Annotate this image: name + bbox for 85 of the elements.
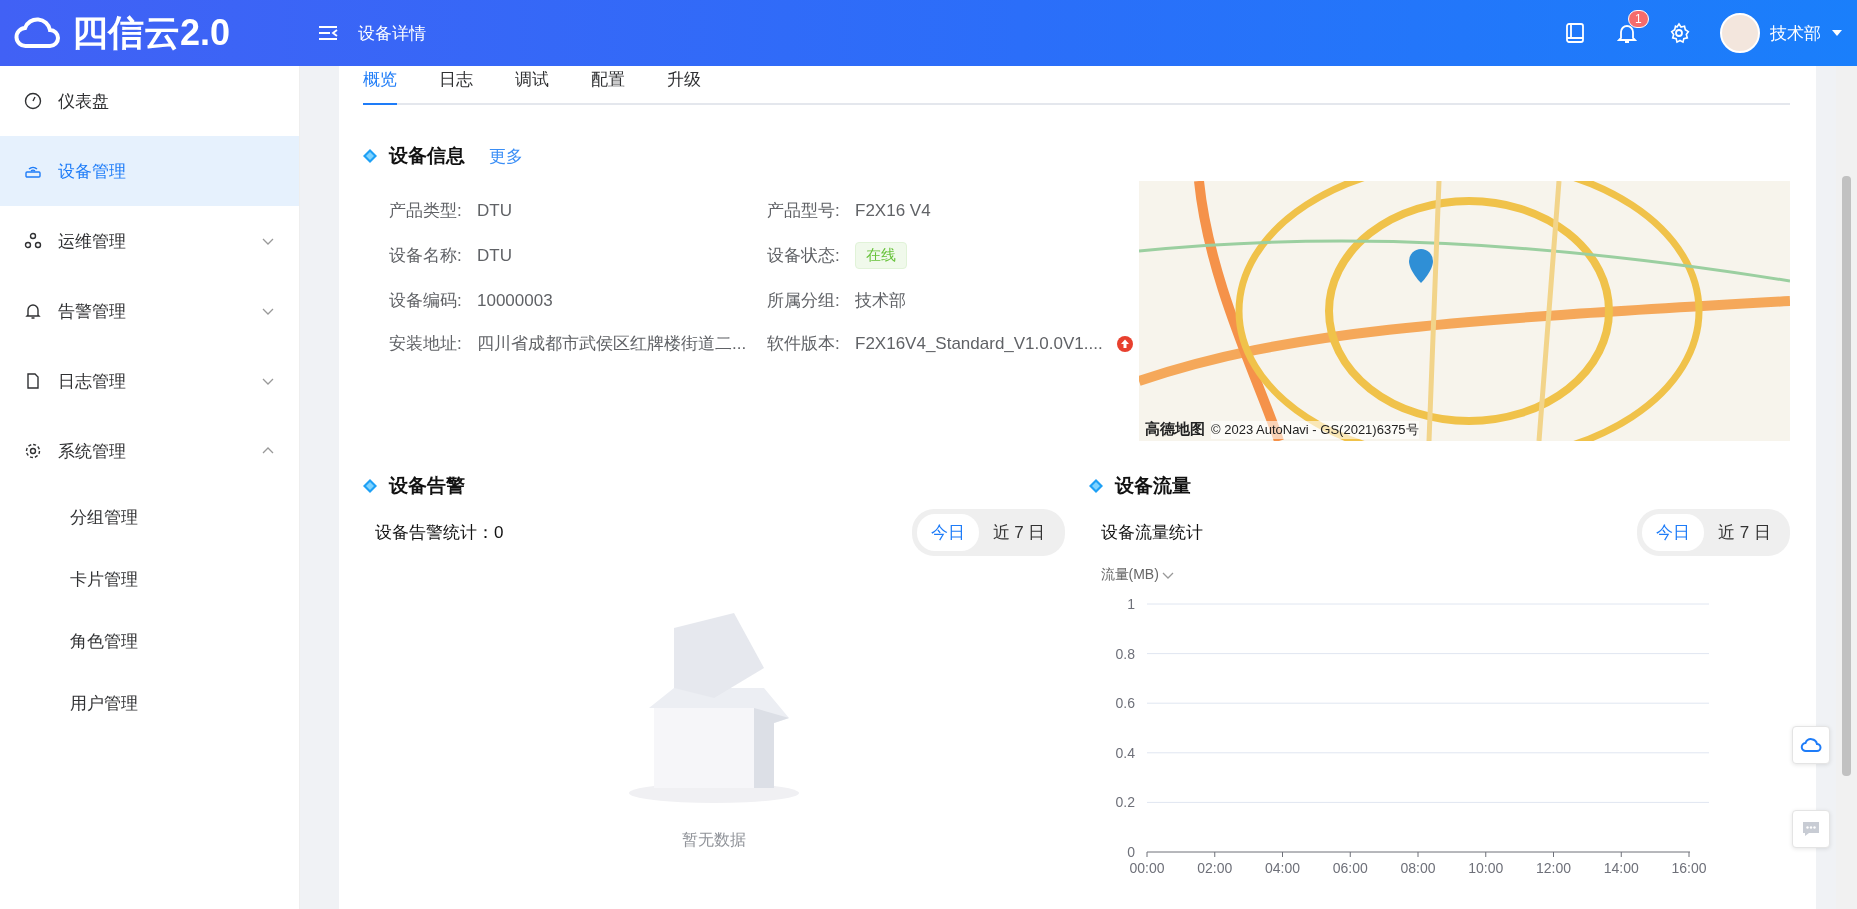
page-title: 设备详情 [358,22,426,45]
field-value: F2X16V4_Standard_V1.0.0V1.... [855,333,1103,354]
field-label: 安装地址: [389,333,463,355]
diamond-icon [363,149,377,163]
scrollbar-thumb[interactable] [1842,176,1851,776]
map-logo: 高德地图 [1145,420,1205,439]
field-value: 四川省成都市武侯区红牌楼街道二... [477,333,748,355]
field-label: 所属分组: [767,290,841,312]
map-attribution: © 2023 AutoNavi - GS(2021)6375号 [1211,420,1419,439]
bell-icon [24,302,42,320]
field-label: 产品型号: [767,200,841,222]
bell-icon[interactable] [1616,22,1638,44]
logo-text: 四信云2.0 [72,10,231,55]
y-tick-label: 0 [1126,844,1135,860]
map-pin-icon [1409,249,1433,283]
sidebar-subitem[interactable]: 角色管理 [0,610,299,672]
sidebar-item[interactable]: 仪表盘 [0,66,299,136]
y-tick-label: 1 [1126,596,1135,612]
field-label: 设备编码: [389,290,463,312]
cloud-icon [1800,737,1822,753]
cloud-button[interactable] [1792,726,1830,764]
field-value: DTU [477,200,513,221]
field-label: 软件版本: [767,333,841,355]
section-title: 设备信息 [389,144,465,168]
sidebar-item[interactable]: 告警管理 [0,276,299,346]
section-title: 设备流量 [1114,474,1191,498]
axis-unit-label[interactable]: 流量(MB) [1100,566,1790,584]
field-label: 产品类型: [389,200,463,222]
empty-text: 暂无数据 [681,830,746,850]
sidebar-item[interactable]: 设备管理 [0,136,299,206]
sidebar-subitem[interactable]: 用户管理 [0,672,299,734]
sidebar-item[interactable]: 日志管理 [0,346,299,416]
field-value: 10000003 [477,290,554,311]
x-tick-label: 10:00 [1467,860,1503,876]
book-icon[interactable] [1564,22,1586,44]
user-name[interactable]: 技术部 [1770,21,1821,45]
tab[interactable]: 概览 [363,68,397,105]
x-tick-label: 00:00 [1129,860,1164,876]
y-tick-label: 0.2 [1115,794,1135,811]
diamond-icon [1088,479,1103,493]
range-option[interactable]: 今日 [1642,514,1705,551]
y-tick-label: 0.6 [1115,695,1135,712]
tab[interactable]: 升级 [667,68,701,105]
upgrade-icon[interactable] [1116,335,1133,352]
field-value: DTU [477,245,513,266]
sidebar-subitem[interactable]: 分组管理 [0,486,299,548]
avatar[interactable] [1720,13,1760,53]
chat-icon [1801,820,1821,838]
x-tick-label: 12:00 [1535,860,1571,876]
tab[interactable]: 配置 [591,68,625,105]
range-option[interactable]: 今日 [916,514,979,551]
stat-label: 设备告警统计：0 [375,522,504,544]
sidebar-item[interactable]: 运维管理 [0,206,299,276]
field-value: F2X16 V4 [855,200,932,221]
notification-badge: 1 [1628,10,1649,28]
stat-label: 设备流量统计 [1100,522,1203,544]
section-title: 设备告警 [389,474,465,498]
status-tag: 在线 [855,242,907,269]
cloud-logo-icon [14,17,62,49]
tab[interactable]: 日志 [439,68,473,105]
field-value: 技术部 [855,290,907,312]
settings-icon[interactable] [1668,22,1690,44]
field-label: 设备名称: [389,245,463,267]
x-tick-label: 08:00 [1400,860,1435,876]
caret-icon[interactable] [1831,29,1843,37]
diamond-icon [363,479,377,493]
settings-icon [24,442,42,460]
field-label: 设备状态: [767,245,841,267]
x-tick-label: 16:00 [1671,860,1706,876]
y-tick-label: 0.4 [1115,744,1135,761]
document-icon [24,372,42,390]
nodes-icon [24,232,42,250]
x-tick-label: 06:00 [1332,860,1368,876]
x-tick-label: 02:00 [1196,860,1232,876]
range-option[interactable]: 近 7 日 [1704,514,1785,551]
y-tick-label: 0.8 [1115,645,1135,662]
gauge-icon [24,92,42,110]
x-tick-label: 14:00 [1603,860,1639,876]
scrollbar[interactable] [1836,66,1857,909]
tab[interactable]: 调试 [515,68,549,105]
x-tick-label: 04:00 [1264,860,1300,876]
menu-icon[interactable] [318,25,338,41]
range-option[interactable]: 近 7 日 [978,514,1060,551]
sidebar-item[interactable]: 系统管理 [0,416,299,486]
sidebar-subitem[interactable]: 卡片管理 [0,548,299,610]
